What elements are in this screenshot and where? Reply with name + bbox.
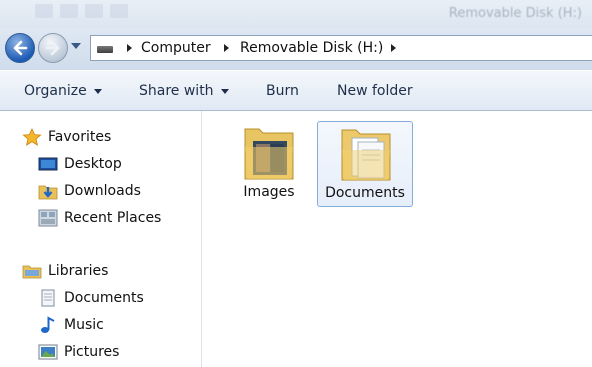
breadcrumb-computer[interactable]: Computer (141, 40, 211, 56)
folder-with-photos-icon (244, 128, 294, 180)
file-name: Documents (325, 185, 405, 201)
file-name: Images (243, 184, 295, 200)
dropdown-arrow-icon (93, 88, 102, 94)
breadcrumb-chevron-icon[interactable] (391, 44, 396, 52)
new-folder-button[interactable]: New folder (337, 83, 413, 99)
drive-icon (97, 46, 113, 53)
documents-icon (38, 289, 58, 307)
title-bar: Removable Disk (H:) (0, 0, 592, 28)
recent-pages-dropdown[interactable] (71, 43, 81, 49)
folder-images[interactable]: Images (221, 121, 317, 207)
back-button[interactable] (5, 33, 35, 63)
nav-item-music[interactable]: Music (38, 315, 104, 335)
nav-item-desktop[interactable]: Desktop (38, 154, 122, 174)
favorites-header[interactable]: Favorites (22, 127, 111, 147)
nav-item-label: Downloads (64, 183, 141, 199)
ghost-tab-icon (110, 4, 128, 18)
breadcrumb-chevron-icon[interactable] (224, 44, 229, 52)
ghost-tab-icon (35, 4, 53, 18)
nav-item-label: Documents (64, 290, 144, 306)
nav-item-label: Desktop (64, 156, 122, 172)
nav-item-label: Pictures (64, 344, 120, 360)
back-arrow-icon (13, 40, 28, 56)
breadcrumb-chevron-icon[interactable] (127, 44, 132, 52)
pictures-icon (38, 343, 58, 361)
organize-label: Organize (24, 83, 87, 99)
breadcrumb-removable-disk[interactable]: Removable Disk (H:) (240, 40, 383, 56)
recent-places-icon (38, 209, 58, 227)
libraries-icon (22, 262, 42, 280)
burn-button[interactable]: Burn (266, 83, 299, 99)
favorites-label: Favorites (48, 129, 112, 145)
navigation-bar: Computer Removable Disk (H:) (0, 28, 592, 70)
command-bar: Organize Share with Burn New folder (0, 70, 592, 111)
libraries-label: Libraries (48, 263, 109, 279)
share-with-label: Share with (139, 83, 214, 99)
ghost-tab-icon (85, 4, 103, 18)
navigation-pane: Favorites Desktop Downloads Recent Place… (0, 111, 202, 367)
address-bar[interactable]: Computer Removable Disk (H:) (90, 35, 592, 61)
nav-item-label: Music (64, 317, 104, 333)
nav-item-downloads[interactable]: Downloads (38, 181, 141, 201)
forward-arrow-icon (45, 40, 60, 56)
nav-item-label: Recent Places (64, 210, 162, 226)
star-icon (22, 128, 42, 146)
file-list-pane: Images Documents (202, 111, 592, 367)
share-with-menu[interactable]: Share with (139, 83, 229, 99)
folder-documents[interactable]: Documents (317, 121, 413, 207)
dropdown-arrow-icon (220, 88, 229, 94)
window-title: Removable Disk (H:) (448, 6, 582, 21)
organize-menu[interactable]: Organize (24, 83, 102, 99)
ghost-tab-icon (60, 4, 78, 18)
nav-item-pictures[interactable]: Pictures (38, 342, 119, 362)
forward-button[interactable] (38, 33, 68, 63)
downloads-icon (38, 182, 58, 200)
libraries-header[interactable]: Libraries (22, 261, 108, 281)
folder-with-documents-icon (341, 129, 391, 181)
nav-item-documents[interactable]: Documents (38, 288, 144, 308)
desktop-icon (38, 155, 58, 173)
music-icon (38, 316, 58, 334)
nav-item-recent-places[interactable]: Recent Places (38, 208, 161, 228)
